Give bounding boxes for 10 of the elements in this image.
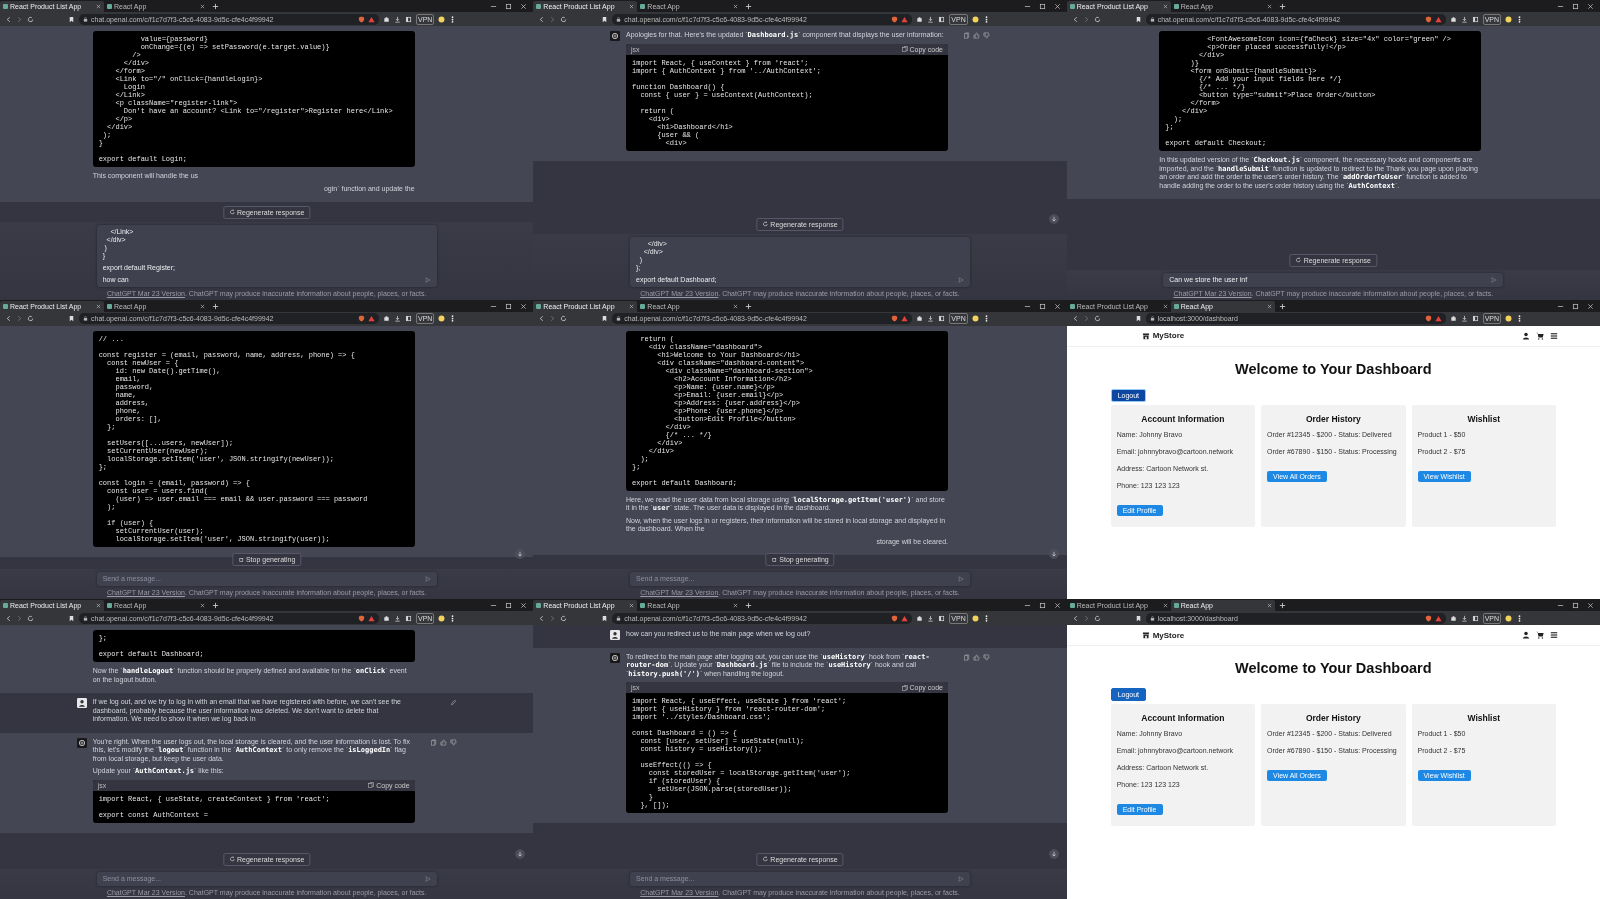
card-title: Order History	[1304, 413, 1362, 424]
dashboard-title: Welcome to Your Dashboard	[1234, 360, 1433, 377]
dashboard-title: Welcome to Your Dashboard	[1234, 660, 1433, 677]
brand-name[interactable]: MyStore	[1152, 630, 1185, 640]
card-title: Wishlist	[1466, 713, 1501, 724]
card-title: Wishlist	[1466, 413, 1501, 424]
card-title: Account Information	[1140, 713, 1226, 724]
card-title: Account Information	[1140, 413, 1226, 424]
card-title: Order History	[1304, 713, 1362, 724]
brand-name[interactable]: MyStore	[1152, 331, 1185, 341]
